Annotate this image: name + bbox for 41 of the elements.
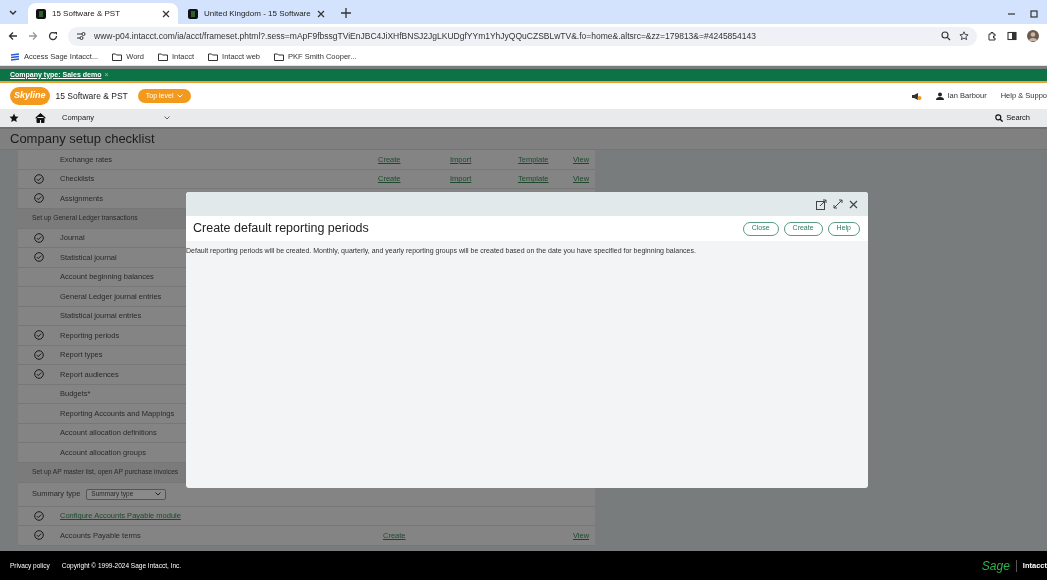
- back-icon[interactable]: [8, 31, 18, 41]
- home-icon[interactable]: [35, 113, 46, 123]
- sage-logo: Sage: [981, 557, 1010, 575]
- close-icon[interactable]: [162, 9, 170, 18]
- star-icon[interactable]: [959, 31, 969, 41]
- expand-icon[interactable]: [833, 199, 843, 209]
- stripes-icon: [10, 52, 20, 61]
- reload-icon[interactable]: [48, 31, 58, 41]
- close-icon[interactable]: [316, 9, 325, 18]
- star-icon[interactable]: [9, 113, 19, 123]
- favicon-icon: [188, 8, 198, 19]
- page-title: Company setup checklist: [10, 130, 155, 149]
- browser-tab[interactable]: 15 Software & PST: [28, 3, 178, 24]
- megaphone-icon[interactable]: [910, 91, 922, 101]
- site-info-icon: [76, 31, 86, 41]
- open-in-new-window-icon[interactable]: [816, 198, 827, 210]
- zoom-icon[interactable]: [941, 31, 951, 41]
- extensions-icon[interactable]: [987, 31, 997, 41]
- chevron-down-icon: [177, 94, 184, 98]
- folder-icon: [274, 52, 285, 61]
- folder-icon: [158, 52, 168, 61]
- tab-title: United Kingdom - 15 Software: [204, 7, 311, 20]
- company-name: 15 Software & PST: [55, 89, 128, 103]
- address-bar[interactable]: www-p04.intacct.com/ia/acct/frameset.phtml?.sess=mApF9fbssgTViEnJBC4JiXHfBNSJ2JgLKUDgfYYm1YhJyQQuCZSBLwTV&.fo=home&.altsrc=&zz=179813&=#4245854143: [68, 26, 977, 46]
- favicon-icon: [36, 8, 46, 19]
- search-icon: [995, 114, 1004, 122]
- folder-icon: [112, 52, 123, 61]
- chevron-down-icon: [164, 116, 170, 120]
- new-tab-icon[interactable]: [340, 8, 351, 18]
- dialog-title: Create default reporting periods: [193, 220, 370, 238]
- side-panel-icon[interactable]: [1007, 31, 1017, 41]
- avatar-icon[interactable]: [1027, 30, 1039, 42]
- browser-tab[interactable]: United Kingdom - 15 Software: [180, 3, 333, 24]
- tab-title: 15 Software & PST: [52, 7, 122, 20]
- chevron-down-icon: [155, 492, 162, 496]
- url-text: www-p04.intacct.com/ia/acct/frameset.phtml?.sess=mApF9fbssgTViEnJBC4JiXHfBNSJ2JgLKUDgfYYm1YhJyQQuCZSBLwTV&.fo=home&.altsrc=&zz=179813&=#4245854143: [94, 29, 757, 43]
- skyline-logo: Skyline: [10, 87, 50, 105]
- folder-icon: [208, 52, 219, 61]
- restore-icon[interactable]: [1030, 9, 1039, 18]
- user-icon: [935, 92, 944, 100]
- close-icon[interactable]: [849, 199, 858, 209]
